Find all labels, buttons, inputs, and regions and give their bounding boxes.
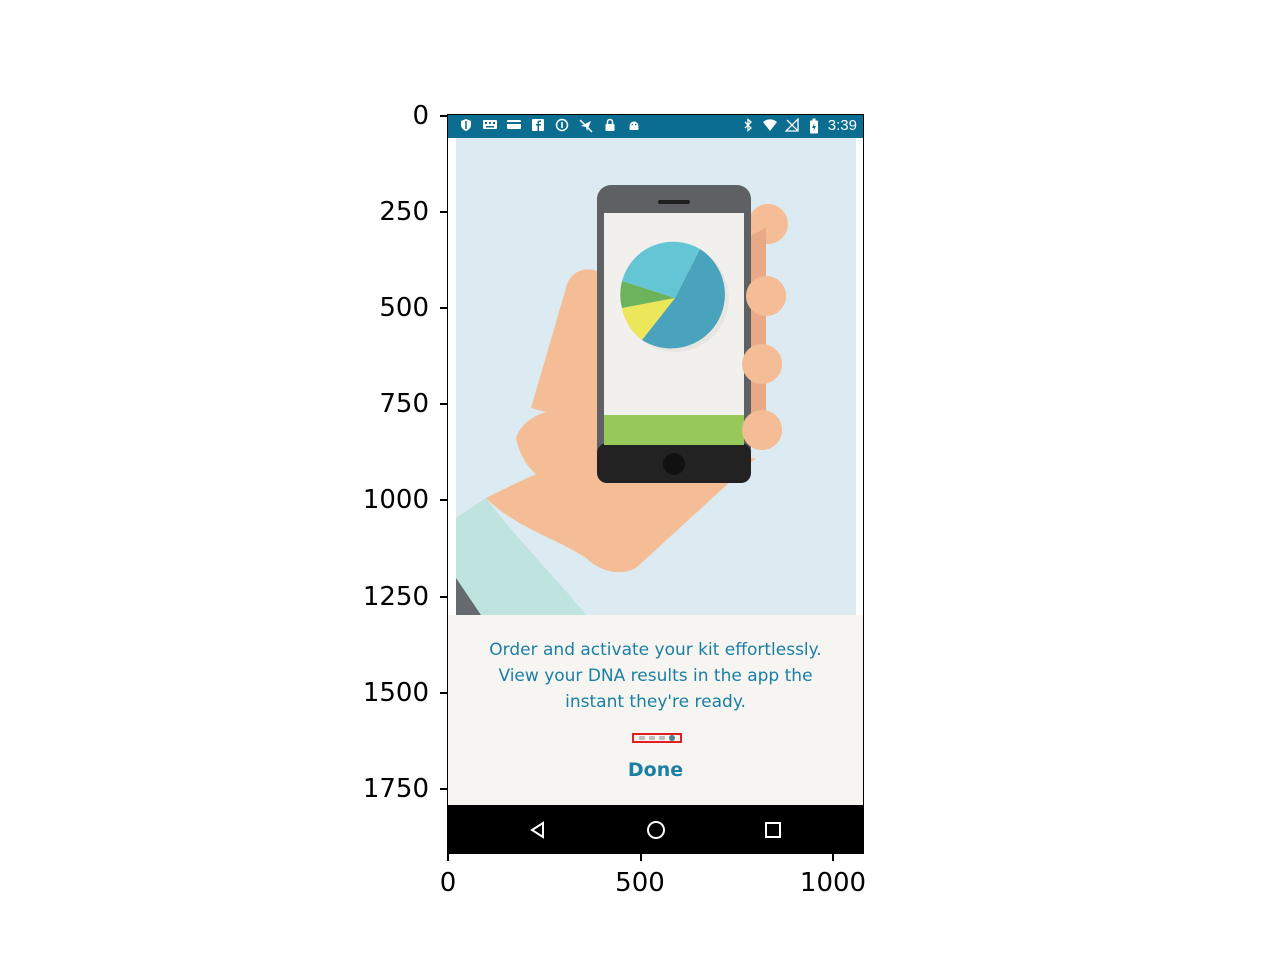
no-location-icon: [578, 118, 594, 134]
x-tick-label: 1000: [799, 868, 867, 898]
home-icon[interactable]: [644, 818, 668, 842]
page-dot[interactable]: [649, 736, 655, 740]
y-tick-label: 1000: [362, 485, 429, 515]
y-tick-label: 1250: [362, 582, 429, 612]
description-line: View your DNA results in the app the: [498, 666, 813, 686]
x-tick-label: 0: [439, 868, 457, 898]
y-tick-mark: [440, 403, 447, 405]
y-tick-label: 1750: [362, 774, 429, 804]
x-tick-mark: [640, 854, 642, 861]
y-tick-mark: [440, 115, 447, 117]
y-tick-label: 1500: [362, 678, 429, 708]
description-line: Order and activate your kit effortlessly…: [489, 640, 822, 660]
hand-phone-illustration: [456, 138, 856, 615]
y-tick-mark: [440, 692, 447, 694]
x-tick-label: 500: [615, 868, 665, 898]
page-indicator: [632, 733, 682, 743]
y-tick-label: 0: [412, 101, 429, 131]
x-tick-mark: [447, 854, 449, 861]
facebook-icon: [530, 118, 546, 134]
x-tick-mark: [832, 854, 834, 861]
y-tick-mark: [440, 211, 447, 213]
y-tick-mark: [440, 307, 447, 309]
screenshot-frame: 3:39 Order and activate your kit effortl…: [447, 114, 864, 854]
bluetooth-icon: [740, 117, 756, 134]
keyboard-icon: [482, 118, 498, 134]
lock-icon: [602, 118, 618, 134]
back-icon[interactable]: [526, 818, 550, 842]
y-tick-label: 500: [379, 293, 429, 323]
status-bar: 3:39: [448, 115, 863, 138]
page-dot-active[interactable]: [669, 735, 675, 741]
info-icon: [554, 118, 570, 134]
card-icon: [506, 118, 522, 134]
y-tick-mark: [440, 499, 447, 501]
onboarding-panel: Order and activate your kit effortlessly…: [448, 615, 863, 805]
done-button[interactable]: Done: [448, 759, 863, 781]
onboarding-description: Order and activate your kit effortlessly…: [468, 637, 843, 715]
y-tick-mark: [440, 596, 447, 598]
shield-icon: [458, 118, 474, 134]
navigation-bar: [448, 805, 863, 853]
wifi-icon: [762, 118, 778, 134]
page-dot[interactable]: [659, 736, 665, 740]
y-tick-label: 250: [379, 197, 429, 227]
y-tick-label: 750: [379, 389, 429, 419]
no-signal-icon: [784, 116, 800, 134]
recents-icon[interactable]: [761, 818, 785, 842]
android-icon: [626, 118, 642, 134]
page-dot[interactable]: [639, 736, 645, 740]
y-tick-mark: [440, 788, 447, 790]
description-line: instant they're ready.: [565, 692, 746, 712]
status-time: 3:39: [827, 117, 857, 134]
battery-icon: [806, 118, 822, 134]
illustration-art: [456, 185, 788, 615]
